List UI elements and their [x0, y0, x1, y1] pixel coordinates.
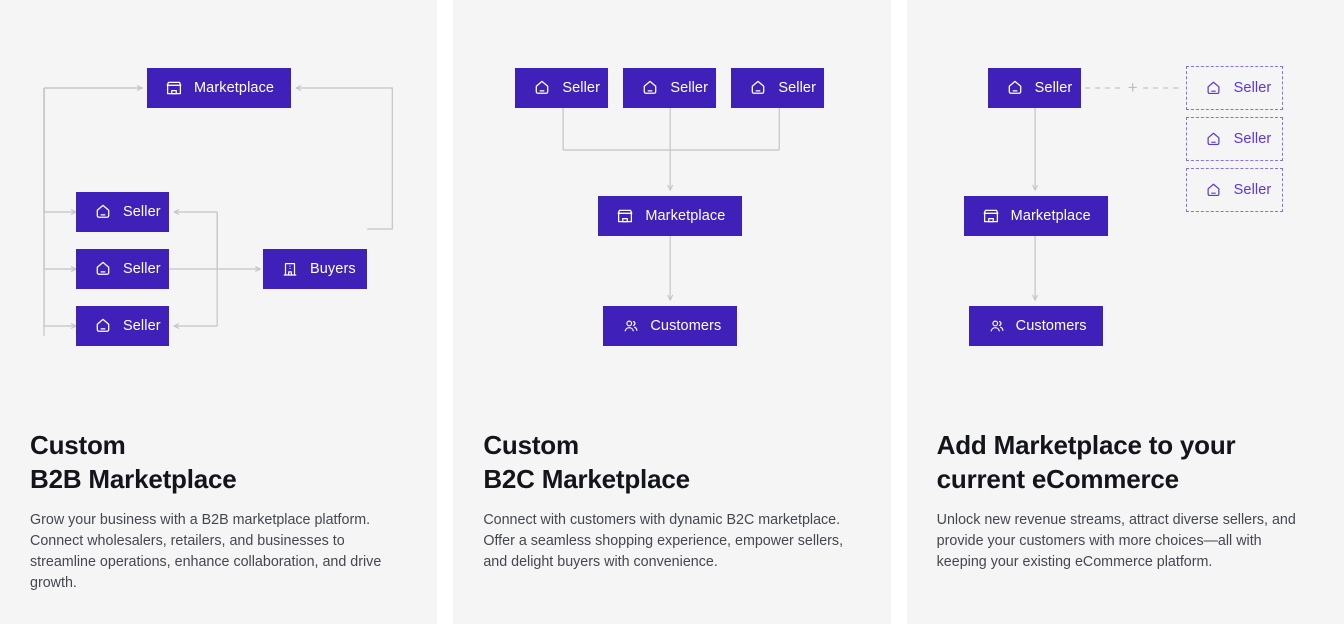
heading-line-2: B2C Marketplace: [483, 464, 690, 494]
node-seller-2[interactable]: Seller: [623, 68, 717, 108]
seller-icon: [1205, 130, 1223, 148]
connector-lines-b2b: [43, 0, 393, 336]
page-title-add-marketplace: Add Marketplace to your current eCommerc…: [937, 428, 1314, 496]
page-title-b2c: Custom B2C Marketplace: [483, 428, 860, 496]
copy-block-b2c: Custom B2C Marketplace Connect with cust…: [483, 428, 860, 573]
node-seller-3[interactable]: Seller: [731, 68, 825, 108]
seller-icon: [94, 317, 112, 335]
node-label: Customers: [1015, 318, 1087, 334]
node-label: Marketplace: [1010, 208, 1091, 224]
card-b2c-marketplace[interactable]: Seller Seller Seller Marketplace Custome…: [453, 0, 891, 624]
people-icon: [621, 317, 639, 335]
copy-block-add-marketplace: Add Marketplace to your current eCommerc…: [937, 428, 1314, 573]
node-ghost-seller-3[interactable]: Seller: [1185, 168, 1283, 212]
node-seller-3[interactable]: Seller: [76, 306, 169, 346]
plus-symbol: +: [1127, 78, 1138, 97]
diagram-add-marketplace: Seller + Marketplace Customers Seller Se…: [907, 0, 1344, 410]
storefront-icon: [165, 79, 183, 97]
node-marketplace[interactable]: Marketplace: [963, 196, 1108, 236]
card-b2b-marketplace[interactable]: Marketplace Seller Seller Seller Buyers …: [0, 0, 438, 624]
node-seller-2[interactable]: Seller: [76, 249, 169, 289]
node-label: Customers: [650, 318, 722, 334]
building-icon: [281, 260, 299, 278]
node-label: Buyers: [310, 261, 356, 277]
people-icon: [987, 317, 1005, 335]
node-label: Marketplace: [645, 208, 726, 224]
heading-line-1: Custom: [483, 430, 579, 460]
heading-line-1: Add Marketplace to your: [936, 430, 1236, 460]
diagram-b2b: Marketplace Seller Seller Seller Buyers: [0, 0, 437, 410]
node-label: Seller: [778, 80, 816, 96]
node-label: Seller: [670, 80, 708, 96]
description-b2b: Grow your business with a B2B marketplac…: [30, 512, 382, 591]
node-seller-main[interactable]: Seller: [987, 68, 1081, 108]
node-label: Seller: [1233, 80, 1272, 96]
node-customers[interactable]: Customers: [968, 306, 1103, 346]
node-label: Seller: [123, 318, 161, 334]
marketplace-options-board: Marketplace Seller Seller Seller Buyers …: [0, 0, 1344, 624]
node-ghost-seller-2[interactable]: Seller: [1185, 117, 1283, 161]
seller-icon: [1205, 181, 1223, 199]
node-label: Seller: [1034, 80, 1073, 96]
heading-line-1: Custom: [30, 430, 126, 460]
page-title-b2b: Custom B2B Marketplace: [30, 428, 407, 496]
node-ghost-seller-1[interactable]: Seller: [1185, 66, 1283, 110]
copy-block-b2b: Custom B2B Marketplace Grow your busines…: [30, 428, 407, 594]
seller-icon: [749, 79, 767, 97]
node-label: Seller: [123, 261, 161, 277]
node-label: Marketplace: [194, 80, 275, 96]
node-label: Seller: [1233, 131, 1272, 147]
node-label: Seller: [1233, 182, 1272, 198]
seller-icon: [641, 79, 659, 97]
node-label: Seller: [123, 204, 161, 220]
storefront-icon: [982, 207, 1000, 225]
seller-icon: [1205, 79, 1223, 97]
seller-icon: [94, 260, 112, 278]
heading-line-2: current eCommerce: [936, 464, 1179, 494]
node-seller-1[interactable]: Seller: [515, 68, 609, 108]
seller-icon: [1006, 79, 1024, 97]
node-marketplace[interactable]: Marketplace: [147, 68, 291, 108]
node-label: Seller: [562, 80, 600, 96]
storefront-icon: [616, 207, 634, 225]
node-seller-1[interactable]: Seller: [76, 192, 169, 232]
seller-icon: [533, 79, 551, 97]
heading-line-2: B2B Marketplace: [30, 464, 237, 494]
seller-icon: [94, 203, 112, 221]
diagram-b2c: Seller Seller Seller Marketplace Custome…: [453, 0, 890, 410]
node-marketplace[interactable]: Marketplace: [598, 196, 743, 236]
description-add-marketplace: Unlock new revenue streams, attract dive…: [936, 512, 1296, 570]
description-b2c: Connect with customers with dynamic B2C …: [483, 512, 844, 570]
node-buyers[interactable]: Buyers: [263, 249, 367, 289]
card-add-marketplace[interactable]: Seller + Marketplace Customers Seller Se…: [906, 0, 1344, 624]
node-customers[interactable]: Customers: [603, 306, 738, 346]
